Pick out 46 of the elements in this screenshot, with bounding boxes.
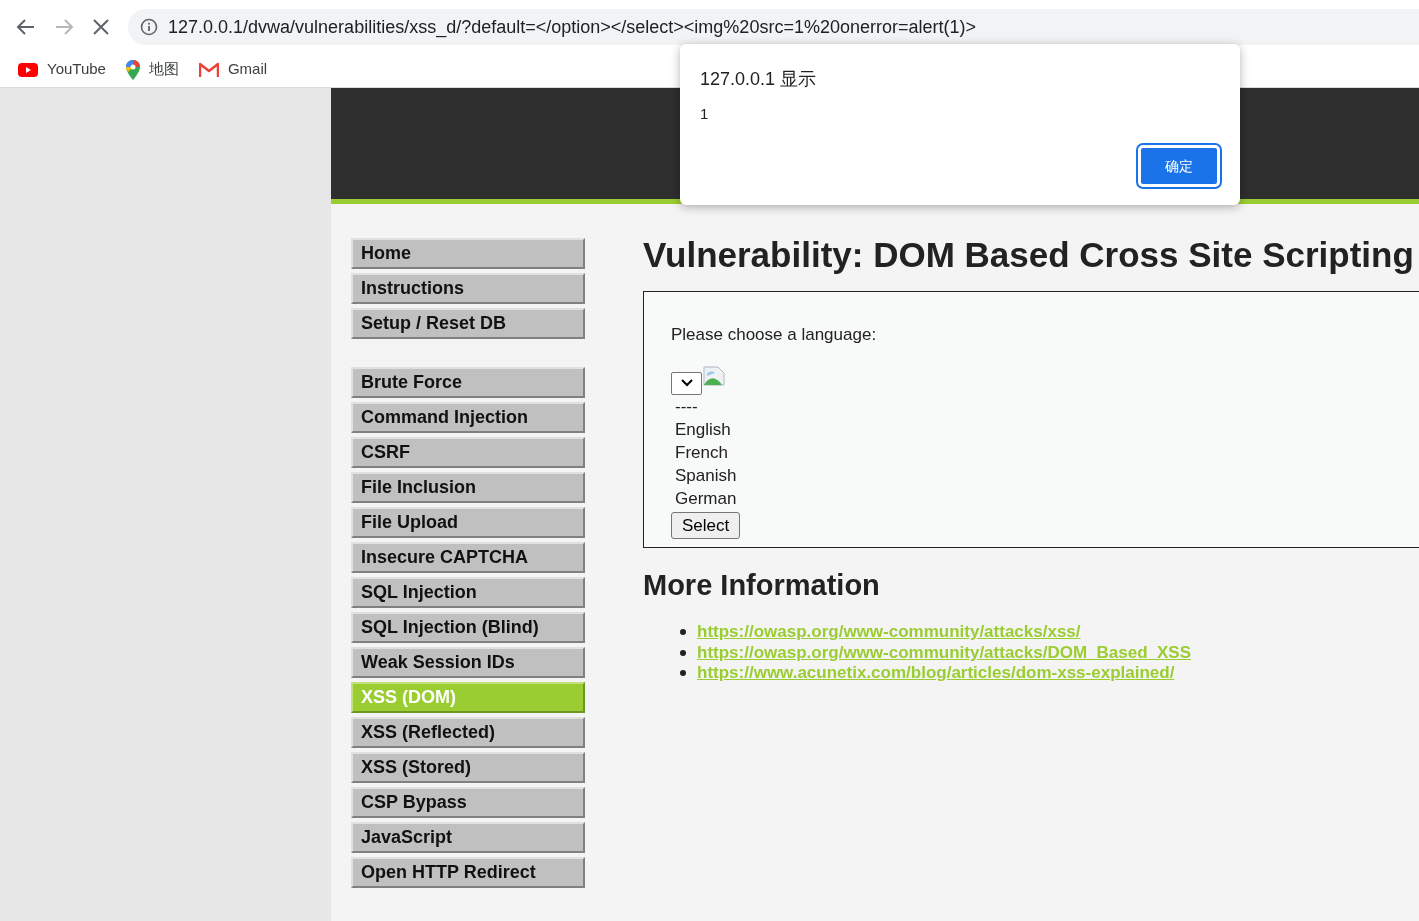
menu-item[interactable]: File Inclusion [351,472,585,503]
menu-item[interactable]: File Upload [351,507,585,538]
menu-item[interactable]: Setup / Reset DB [351,308,585,339]
play-logo-icon [18,62,38,77]
dialog-title: 127.0.0.1 显示 [700,68,818,90]
menu-item[interactable]: SQL Injection (Blind) [351,612,585,643]
language-select[interactable] [671,371,702,395]
option-text: German [675,487,738,510]
select-button[interactable]: Select [671,511,741,539]
option-text: ---- [675,395,699,418]
menu-item[interactable]: Home [351,238,585,269]
option-text: French [675,441,729,464]
page-title: Vulnerability: DOM Based Cross Site Scripting [643,235,1415,275]
bookmark[interactable]: YouTube [18,58,106,81]
bullet-icon [680,629,686,636]
menu-item[interactable]: CSRF [351,437,585,468]
option-text: English [675,418,732,441]
menu-item[interactable]: Command Injection [351,402,585,433]
section-heading: More Information [643,568,881,602]
menu-item[interactable]: CSP Bypass [351,787,585,818]
bookmark[interactable]: 地图 [125,58,179,81]
ok-button[interactable]: 确定 [1138,145,1220,187]
mail-logo-icon [198,62,219,77]
menu-item[interactable]: JavaScript [351,822,585,853]
menu-item[interactable]: XSS (Stored) [351,752,585,783]
broken-image-icon [703,365,725,386]
dialog-message: 1 [700,104,710,124]
menu-item[interactable]: Instructions [351,273,585,304]
bullet-icon [680,670,686,677]
option-text: Spanish [675,464,738,487]
bookmark[interactable]: Gmail [198,58,268,81]
address-bar[interactable]: 127.0.0.1/dvwa/vulnerabilities/xss_d/?default=</option></select><img%20src=1%20onerror=alert(1)> [128,9,1419,45]
menu-item[interactable]: Open HTTP Redirect [351,857,585,888]
back-icon[interactable] [16,17,36,37]
info-icon[interactable] [140,18,158,36]
url-text: 127.0.0.1/dvwa/vulnerabilities/xss_d/?default=</option></select><img%20src=1%20onerror=alert(1)> [168,15,976,40]
menu-item[interactable]: Brute Force [351,367,585,398]
menu-item[interactable]: Insecure CAPTCHA [351,542,585,573]
close-icon[interactable] [92,18,110,36]
chevron-down-icon [680,379,693,387]
menu-item[interactable]: Weak Session IDs [351,647,585,678]
prompt-text: Please choose a language: [671,324,878,346]
menu-item[interactable]: XSS (Reflected) [351,717,585,748]
map-pin-icon [125,59,140,80]
bullet-icon [680,649,686,656]
menu-item[interactable]: SQL Injection [351,577,585,608]
